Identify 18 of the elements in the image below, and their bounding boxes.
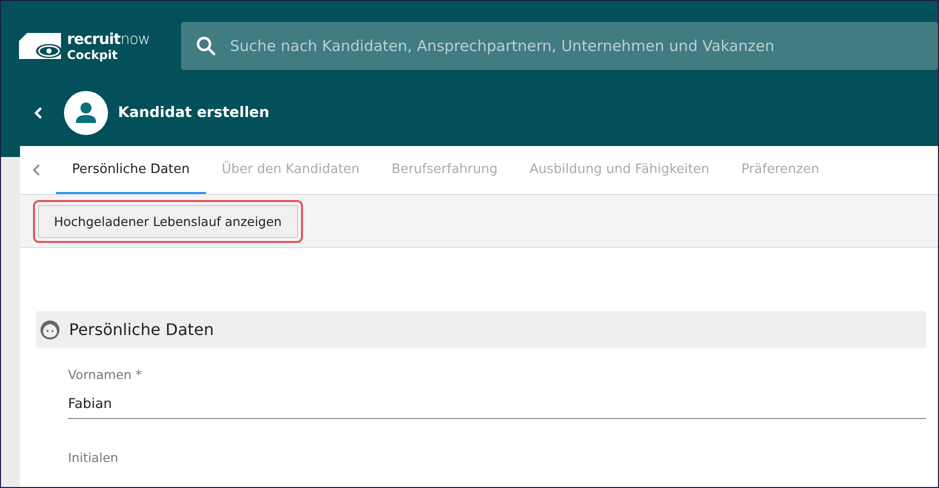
product-name: Cockpit <box>67 48 119 60</box>
avatar-icon <box>64 91 108 135</box>
tab[interactable]: Präferenzen <box>725 146 836 194</box>
page-title: Kandidat erstellen <box>118 105 270 121</box>
field-label: Initialen <box>68 450 120 465</box>
logo-icon <box>19 33 61 59</box>
tab[interactable]: Berufserfahrung <box>376 146 514 194</box>
search-field[interactable]: Suche nach Kandidaten, Ansprechpartnern, Unternehmen und Vakanzen <box>181 22 938 70</box>
back-icon[interactable] <box>34 106 44 120</box>
brand-name: recruitnow <box>67 32 150 46</box>
field-label: Vornamen * <box>68 367 143 382</box>
input-field[interactable]: Fabian <box>68 382 926 419</box>
tab[interactable]: Über den Kandidaten <box>206 146 376 194</box>
tab[interactable]: Ausbildung und Fähigkeiten <box>514 146 726 194</box>
face-icon <box>40 320 60 340</box>
section-title: Persönliche Daten <box>69 320 214 339</box>
scroll-left-icon[interactable] <box>32 163 42 177</box>
show-resume-button[interactable]: Hochgeladener Lebenslauf anzeigen <box>38 204 298 238</box>
